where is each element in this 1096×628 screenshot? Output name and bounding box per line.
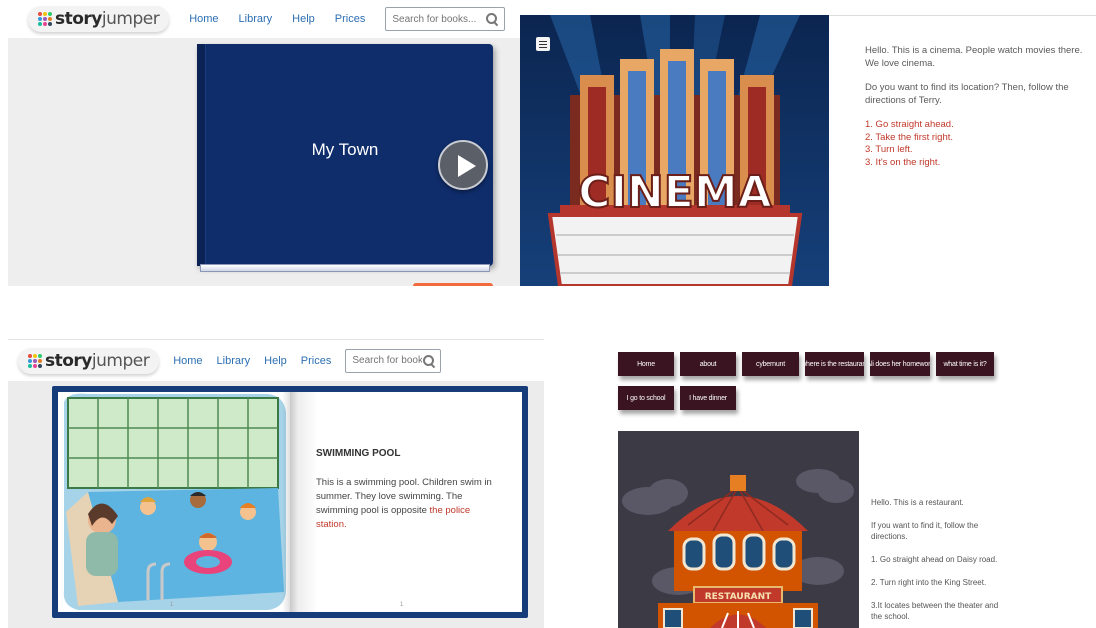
- logo-text: storyjumper: [55, 9, 160, 29]
- cinema-sign-text: CINEMA: [578, 167, 771, 218]
- cinema-panel: CINEMA Hello. This is a cinema. People w…: [520, 15, 1096, 286]
- menu-icon[interactable]: [536, 37, 550, 51]
- nav-help-link[interactable]: Help: [292, 13, 315, 25]
- search-input[interactable]: [352, 355, 423, 366]
- book-fold: [282, 392, 298, 612]
- search-icon[interactable]: [485, 12, 499, 26]
- search-box: [385, 7, 506, 31]
- nav-prices-link[interactable]: Prices: [335, 13, 366, 25]
- logo-dots-icon: [28, 353, 42, 368]
- logo-dots-icon: [38, 12, 52, 26]
- search-box: [345, 348, 442, 373]
- restaurant-line: 3.It locates between the theater and the…: [871, 601, 999, 621]
- page-number: 1: [170, 602, 174, 608]
- nav-home-link[interactable]: Home: [189, 13, 218, 25]
- main-nav: Home Library Help Prices: [173, 355, 331, 367]
- cinema-intro: Hello. This is a cinema. People watch mo…: [865, 45, 1083, 69]
- nav-library-link[interactable]: Library: [239, 13, 273, 25]
- main-nav: Home Library Help Prices: [189, 13, 365, 25]
- mytown-panel: storyjumper Home Library Help Prices My …: [8, 0, 520, 286]
- restaurant-panel: Home about cybernunt where is the restau…: [608, 345, 1096, 628]
- pool-title: SWIMMING POOL: [316, 448, 401, 459]
- restaurant-sign-text: RESTAURANT: [705, 592, 772, 602]
- pool-description: This is a swimming pool. Children swim i…: [316, 477, 492, 530]
- search-input[interactable]: [392, 13, 483, 25]
- restaurant-line: 2. Turn right into the King Street.: [871, 578, 987, 587]
- nav-prices-link[interactable]: Prices: [301, 355, 332, 367]
- cinema-question: Do you want to find its location? Then, …: [865, 82, 1069, 106]
- restaurant-image: RESTAURANT: [618, 431, 859, 628]
- pool-illustration: 1: [58, 392, 290, 612]
- nav-help-link[interactable]: Help: [264, 355, 287, 367]
- storyjumper-header: storyjumper Home Library Help Prices: [8, 0, 520, 38]
- direction-item: 3. Turn left.: [865, 144, 913, 155]
- nav-home-link[interactable]: Home: [173, 355, 202, 367]
- storyjumper-logo[interactable]: storyjumper: [28, 6, 170, 32]
- search-icon[interactable]: [422, 354, 435, 368]
- direction-item: 3. It's on the right.: [865, 156, 941, 168]
- nav-homework-button[interactable]: Ali does her homework: [870, 352, 930, 376]
- restaurant-illustration: RESTAURANT: [618, 431, 859, 628]
- play-icon[interactable]: [438, 140, 488, 190]
- nav-go-to-school-button[interactable]: I go to school: [618, 386, 674, 410]
- restaurant-description: Hello. This is a restaurant. If you want…: [871, 497, 1001, 628]
- cinema-building-image: CINEMA: [520, 15, 829, 286]
- nav-what-time-button[interactable]: what time is it?: [936, 352, 994, 376]
- pool-image: [58, 392, 290, 612]
- cinema-directions: 1. Go straight ahead. 2. Take the first …: [865, 119, 1091, 169]
- nav-library-link[interactable]: Library: [217, 355, 251, 367]
- nav-home-button[interactable]: Home: [618, 352, 674, 376]
- restaurant-line: Hello. This is a restaurant.: [871, 498, 964, 507]
- restaurant-nav: Home about cybernunt where is the restau…: [618, 352, 1008, 410]
- direction-item: 2. Take the first right.: [865, 131, 954, 143]
- nav-where-restaurant-button[interactable]: where is the restaurant: [805, 352, 864, 376]
- restaurant-line: If you want to find it, follow the direc…: [871, 521, 979, 541]
- orange-button-edge[interactable]: [413, 283, 493, 286]
- storyjumper-header: storyjumper Home Library Help Prices: [8, 339, 544, 381]
- restaurant-line: 1. Go straight ahead on Daisy road.: [871, 555, 998, 564]
- open-book: 1 SWIMMING POOL This is a swimming pool.…: [52, 386, 528, 618]
- cinema-illustration: CINEMA: [520, 15, 829, 286]
- divider: [829, 15, 1096, 16]
- pool-text-page: SWIMMING POOL This is a swimming pool. C…: [290, 392, 522, 612]
- direction-item: 1. Go straight ahead.: [865, 119, 954, 130]
- book-pages-edge: [200, 264, 490, 272]
- logo-text: storyjumper: [45, 350, 150, 371]
- nav-cyberhunt-button[interactable]: cybernunt: [742, 352, 799, 376]
- storyjumper-logo[interactable]: storyjumper: [18, 347, 160, 374]
- cinema-description: Hello. This is a cinema. People watch mo…: [865, 45, 1091, 169]
- page-number: 1: [400, 602, 404, 608]
- nav-have-dinner-button[interactable]: I have dinner: [680, 386, 736, 410]
- pool-panel: storyjumper Home Library Help Prices Sea…: [8, 339, 544, 628]
- nav-about-button[interactable]: about: [680, 352, 736, 376]
